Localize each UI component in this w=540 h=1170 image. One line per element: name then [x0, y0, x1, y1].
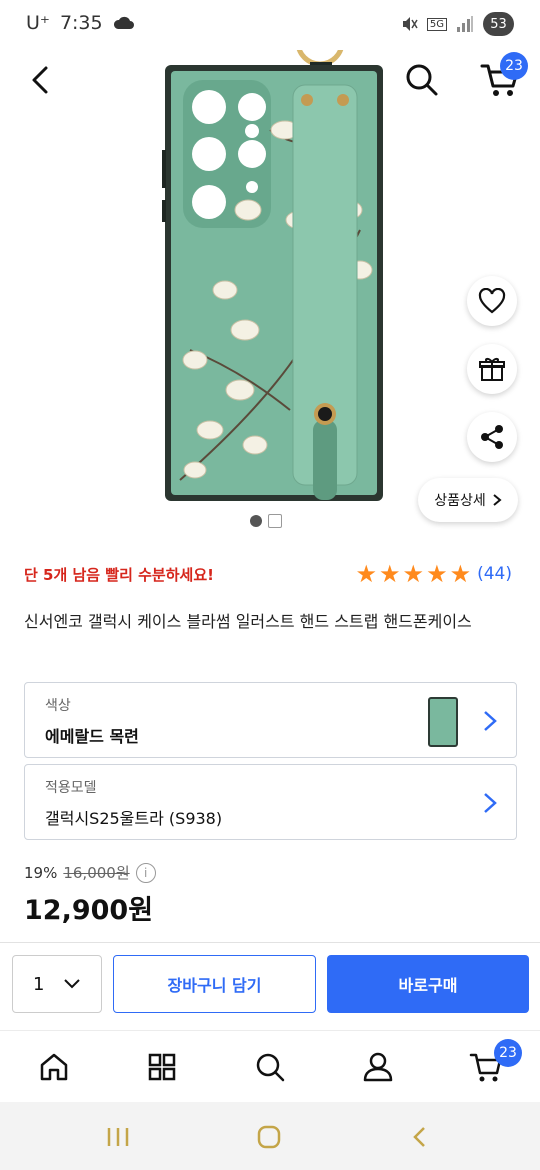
signal-icon [457, 16, 473, 32]
product-gallery[interactable]: 23 상품상세 [0, 50, 540, 540]
chevron-left-icon [32, 66, 48, 94]
review-count[interactable]: (44) [477, 564, 512, 584]
cloud-icon [113, 16, 134, 29]
heart-icon [478, 288, 506, 314]
battery-indicator: 53 [483, 12, 514, 36]
back-system-button[interactable] [400, 1122, 440, 1152]
color-thumbnail [428, 697, 458, 747]
nav-categories[interactable] [142, 1047, 182, 1087]
status-bar: U⁺ 7:35 5G 53 [0, 0, 540, 50]
home-icon [40, 1053, 68, 1081]
gift-icon [479, 358, 505, 381]
rating[interactable]: ★ ★ ★ ★ ★ (44) [356, 562, 512, 586]
low-stock-message: 단 5개 남음 빨리 수분하세요! [24, 566, 214, 584]
nav-cart[interactable]: 23 [466, 1039, 522, 1087]
recent-apps-button[interactable] [98, 1122, 138, 1152]
star-icon: ★ [355, 560, 378, 588]
color-option-selector[interactable]: 색상 에메랄드 목련 [24, 682, 517, 758]
buy-now-button[interactable]: 바로구매 [327, 955, 529, 1013]
home-system-button[interactable] [249, 1122, 289, 1152]
product-image [162, 50, 383, 501]
search-icon [406, 64, 438, 96]
gift-button[interactable] [467, 344, 517, 394]
nav-search[interactable] [250, 1047, 290, 1087]
product-title: 신서엔코 갤럭시 케이스 블라썸 일러스트 핸드 스트랩 핸드폰케이스 [24, 612, 472, 631]
product-detail-button[interactable]: 상품상세 [418, 478, 518, 522]
network-label: 5G [426, 17, 447, 31]
back-arrow-icon [413, 1127, 425, 1147]
stock-rating-row: 단 5개 남음 빨리 수분하세요! ★ ★ ★ ★ ★ (44) [24, 562, 516, 590]
star-icon: ★ [379, 560, 401, 588]
sale-price: 12,900원 [24, 895, 154, 926]
star-icon: ★ [449, 560, 472, 588]
chevron-right-icon [484, 793, 497, 813]
quantity-value: 1 [33, 973, 45, 995]
home-circle-icon [257, 1125, 281, 1149]
model-option-value: 갤럭시S25울트라 (S938) [45, 809, 223, 828]
clock: 7:35 [59, 12, 103, 34]
user-icon [363, 1052, 393, 1082]
add-to-cart-button[interactable]: 장바구니 담기 [113, 955, 316, 1013]
model-option-label: 적용모델 [45, 780, 97, 796]
chevron-down-icon [64, 979, 80, 989]
quantity-select[interactable]: 1 [12, 955, 102, 1013]
mute-icon [402, 17, 418, 31]
product-detail-label: 상품상세 [434, 493, 486, 509]
chevron-right-icon [493, 494, 502, 506]
cart-count-badge: 23 [500, 52, 528, 80]
purchase-bar: 1 장바구니 담기 바로구매 [0, 942, 540, 1030]
share-button[interactable] [467, 412, 517, 462]
info-icon[interactable]: i [135, 862, 156, 883]
star-icon: ★ [402, 560, 425, 588]
star-icon: ★ [426, 560, 448, 588]
pagination-dot-active [250, 515, 262, 527]
chevron-right-icon [484, 711, 497, 731]
color-option-value: 에메랄드 목련 [45, 727, 139, 746]
carrier-label: U⁺ [26, 12, 50, 34]
grid-icon [148, 1053, 176, 1081]
discount-row: 19% 16,000원 i [24, 862, 156, 883]
system-navigation-bar [0, 1102, 540, 1170]
model-option-selector[interactable]: 적용모델 갤럭시S25울트라 (S938) [24, 764, 517, 840]
color-option-label: 색상 [45, 698, 71, 714]
image-gallery-icon[interactable] [268, 514, 282, 528]
bottom-navigation: 23 [0, 1030, 540, 1102]
back-button[interactable] [22, 60, 62, 100]
recent-apps-icon [107, 1128, 129, 1146]
wishlist-button[interactable] [467, 276, 517, 326]
search-icon [256, 1053, 285, 1082]
share-icon [481, 425, 503, 449]
gallery-pagination [250, 514, 282, 528]
original-price: 16,000원 [63, 864, 130, 882]
nav-my-page[interactable] [358, 1047, 398, 1087]
discount-rate: 19% [24, 863, 58, 882]
nav-home[interactable] [34, 1047, 74, 1087]
cart-button[interactable]: 23 [478, 52, 528, 102]
search-button[interactable] [400, 58, 444, 102]
cart-count-badge: 23 [494, 1039, 522, 1067]
